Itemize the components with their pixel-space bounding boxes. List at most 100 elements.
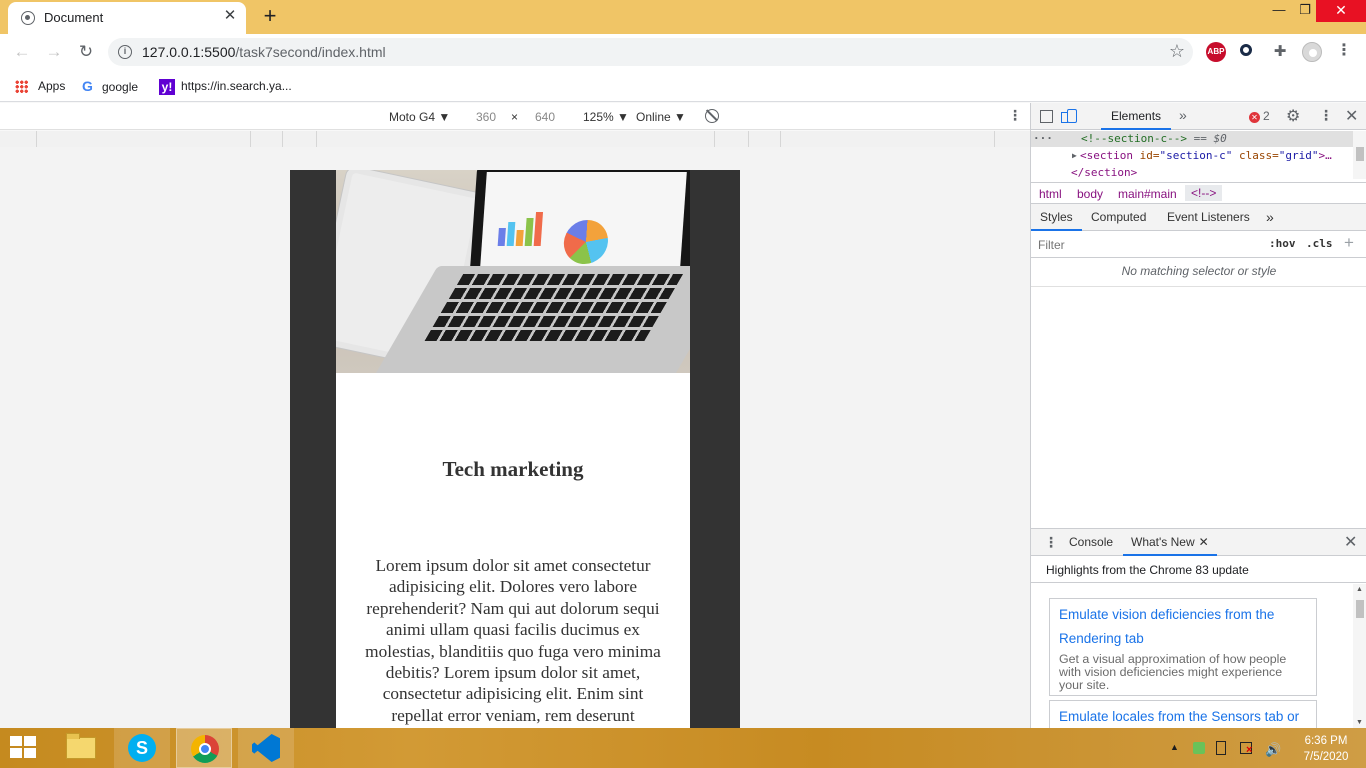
styles-filter-input[interactable] <box>1033 234 1259 256</box>
apps-grid-icon <box>15 80 28 93</box>
info-icon[interactable]: i <box>118 45 132 59</box>
adblock-plus-icon[interactable]: ABP <box>1206 42 1226 62</box>
devtools-toolbar: Elements » ✕ 2 ⚙ ⋮ ✕ <box>1031 103 1366 130</box>
drawer-close-icon[interactable]: ✕ <box>1344 532 1357 552</box>
devtools-panel: Elements » ✕ 2 ⚙ ⋮ ✕ ··· <!--section-c-->… <box>1030 103 1366 728</box>
card-body-text: Lorem ipsum dolor sit amet consectetur a… <box>365 556 661 725</box>
battery-icon[interactable] <box>1216 741 1226 755</box>
clock-date: 7/5/2020 <box>1303 751 1349 763</box>
file-explorer-icon[interactable] <box>52 728 108 768</box>
error-icon: ✕ <box>1249 112 1260 123</box>
device-select[interactable]: Moto G4 ▼ <box>389 110 450 124</box>
scroll-down-icon[interactable]: ▼ <box>1356 719 1363 726</box>
breadcrumb: html body main#main <!--> <box>1031 182 1366 204</box>
more-tabs-icon[interactable]: » <box>1179 107 1187 123</box>
devtools-close-icon[interactable]: ✕ <box>1345 106 1358 126</box>
drawer-menu-icon[interactable]: ⋮ <box>1044 534 1058 551</box>
tray-expand-icon[interactable]: ▲ <box>1170 742 1179 752</box>
divider <box>1031 286 1366 287</box>
skype-icon[interactable]: S <box>114 728 170 768</box>
network-icon[interactable] <box>1240 742 1252 756</box>
settings-gear-icon[interactable]: ⚙ <box>1286 106 1300 126</box>
toggle-device-icon[interactable] <box>1061 109 1077 123</box>
tab-elements[interactable]: Elements <box>1101 103 1172 130</box>
node-actions-icon[interactable]: ··· <box>1033 131 1053 147</box>
expand-triangle-icon[interactable]: ▶ <box>1072 148 1077 164</box>
bookmark-yahoo[interactable]: y! https://in.search.ya... <box>159 77 292 95</box>
bookmarks-bar: Apps Ggoogle y! https://in.search.ya... <box>0 70 1366 102</box>
no-matching-style-text: No matching selector or style <box>1121 264 1277 278</box>
breadcrumb-html[interactable]: html <box>1039 187 1062 201</box>
globe-icon <box>21 11 35 25</box>
chrome-icon[interactable] <box>176 728 232 768</box>
tab-computed[interactable]: Computed <box>1082 204 1155 231</box>
bookmark-label: https://in.search.ya... <box>181 79 292 93</box>
whats-new-link[interactable]: Emulate vision deficiencies from the Ren… <box>1059 603 1308 651</box>
new-tab-button[interactable]: + <box>260 5 280 27</box>
cls-toggle[interactable]: .cls <box>1306 237 1333 250</box>
forward-arrow-icon[interactable]: → <box>42 40 66 64</box>
dom-node-selected[interactable]: ··· <!--section-c--> == $0 <box>1031 131 1353 147</box>
viewport-width-input[interactable]: 360 <box>476 110 496 124</box>
bookmark-star-icon[interactable]: ☆ <box>1169 41 1185 62</box>
tab-whats-new[interactable]: What's New ✕ <box>1123 529 1217 556</box>
chrome-menu-icon[interactable]: ⋮ <box>1334 42 1354 62</box>
dom-node-close[interactable]: </section> <box>1031 165 1353 181</box>
bookmark-label: Apps <box>38 79 66 93</box>
taskbar-clock[interactable]: 6:36 PM 7/5/2020 <box>1298 733 1354 765</box>
dom-attr-value: "section-c" <box>1159 149 1233 162</box>
lens-extension-icon[interactable] <box>1238 42 1258 62</box>
network-throttle-select[interactable]: Online ▼ <box>636 110 686 124</box>
dom-tree: ··· <!--section-c--> == $0 ▶ <section id… <box>1031 131 1366 181</box>
breadcrumb-main[interactable]: main#main <box>1118 187 1177 201</box>
vscode-icon[interactable] <box>238 728 294 768</box>
content-card: Tech marketing Lorem ipsum dolor sit ame… <box>336 170 690 728</box>
inspect-element-icon[interactable] <box>1040 110 1053 123</box>
tab-event-listeners[interactable]: Event Listeners <box>1158 204 1259 231</box>
browser-tab[interactable]: Document ✕ <box>8 2 246 34</box>
new-style-rule-icon[interactable]: + <box>1344 233 1354 253</box>
tab-whats-new-label: What's New <box>1131 535 1195 549</box>
whats-new-heading: Highlights from the Chrome 83 update <box>1031 557 1366 583</box>
keyboard-keys <box>422 274 684 344</box>
rotate-icon[interactable] <box>705 109 719 123</box>
error-counter[interactable]: ✕ 2 <box>1249 109 1270 123</box>
drawer-tabbar: ⋮ Console What's New ✕ ✕ <box>1031 528 1366 556</box>
dom-scrollbar[interactable] <box>1353 131 1366 179</box>
address-bar[interactable]: i 127.0.0.1:5500/task7second/index.html … <box>108 38 1193 66</box>
bookmark-label: google <box>102 80 139 94</box>
zoom-select[interactable]: 125% ▼ <box>583 110 629 124</box>
tab-console[interactable]: Console <box>1061 529 1121 556</box>
profile-avatar[interactable] <box>1302 42 1322 62</box>
tab-styles[interactable]: Styles <box>1031 204 1082 231</box>
more-options-icon[interactable]: ⋮ <box>1008 107 1022 124</box>
volume-icon[interactable]: 🔊 <box>1265 742 1281 757</box>
url-text[interactable]: 127.0.0.1:5500/task7second/index.html <box>142 44 386 60</box>
breadcrumb-body[interactable]: body <box>1077 187 1103 201</box>
close-tab-icon[interactable]: ✕ <box>222 8 238 24</box>
styles-subtabs: Styles Computed Event Listeners » <box>1031 204 1366 231</box>
scroll-up-icon[interactable]: ▲ <box>1356 586 1363 593</box>
whats-new-card[interactable]: Emulate locales from the Sensors tab or <box>1049 700 1317 728</box>
tab-title: Document <box>44 10 104 25</box>
tray-app-icon[interactable] <box>1193 742 1205 754</box>
dom-node-section[interactable]: ▶ <section id="section-c" class="grid">… <box>1031 148 1353 164</box>
reload-icon[interactable]: ↻ <box>74 40 98 64</box>
viewport-height-input[interactable]: 640 <box>535 110 555 124</box>
whats-new-scrollbar[interactable]: ▲ ▼ <box>1353 584 1366 728</box>
window-close-button[interactable]: ✕ <box>1316 0 1366 22</box>
more-subtabs-icon[interactable]: » <box>1257 204 1283 231</box>
breadcrumb-comment[interactable]: <!--> <box>1185 185 1223 201</box>
close-tab-icon[interactable]: ✕ <box>1199 535 1209 549</box>
whats-new-card[interactable]: Emulate vision deficiencies from the Ren… <box>1049 598 1317 696</box>
bookmark-google[interactable]: Ggoogle <box>82 77 138 95</box>
windows-taskbar: S ▲ 🔊 6:36 PM 7/5/2020 <box>0 728 1366 768</box>
bookmark-apps[interactable]: Apps <box>15 77 65 95</box>
hov-toggle[interactable]: :hov <box>1269 237 1296 250</box>
windows-start-icon[interactable] <box>10 736 38 760</box>
bar-graphic <box>497 212 550 246</box>
devtools-menu-icon[interactable]: ⋮ <box>1319 107 1333 124</box>
whats-new-link[interactable]: Emulate locales from the Sensors tab or <box>1059 705 1308 728</box>
back-arrow-icon[interactable]: ← <box>10 40 34 64</box>
extensions-puzzle-icon[interactable]: ✚ <box>1270 42 1290 62</box>
